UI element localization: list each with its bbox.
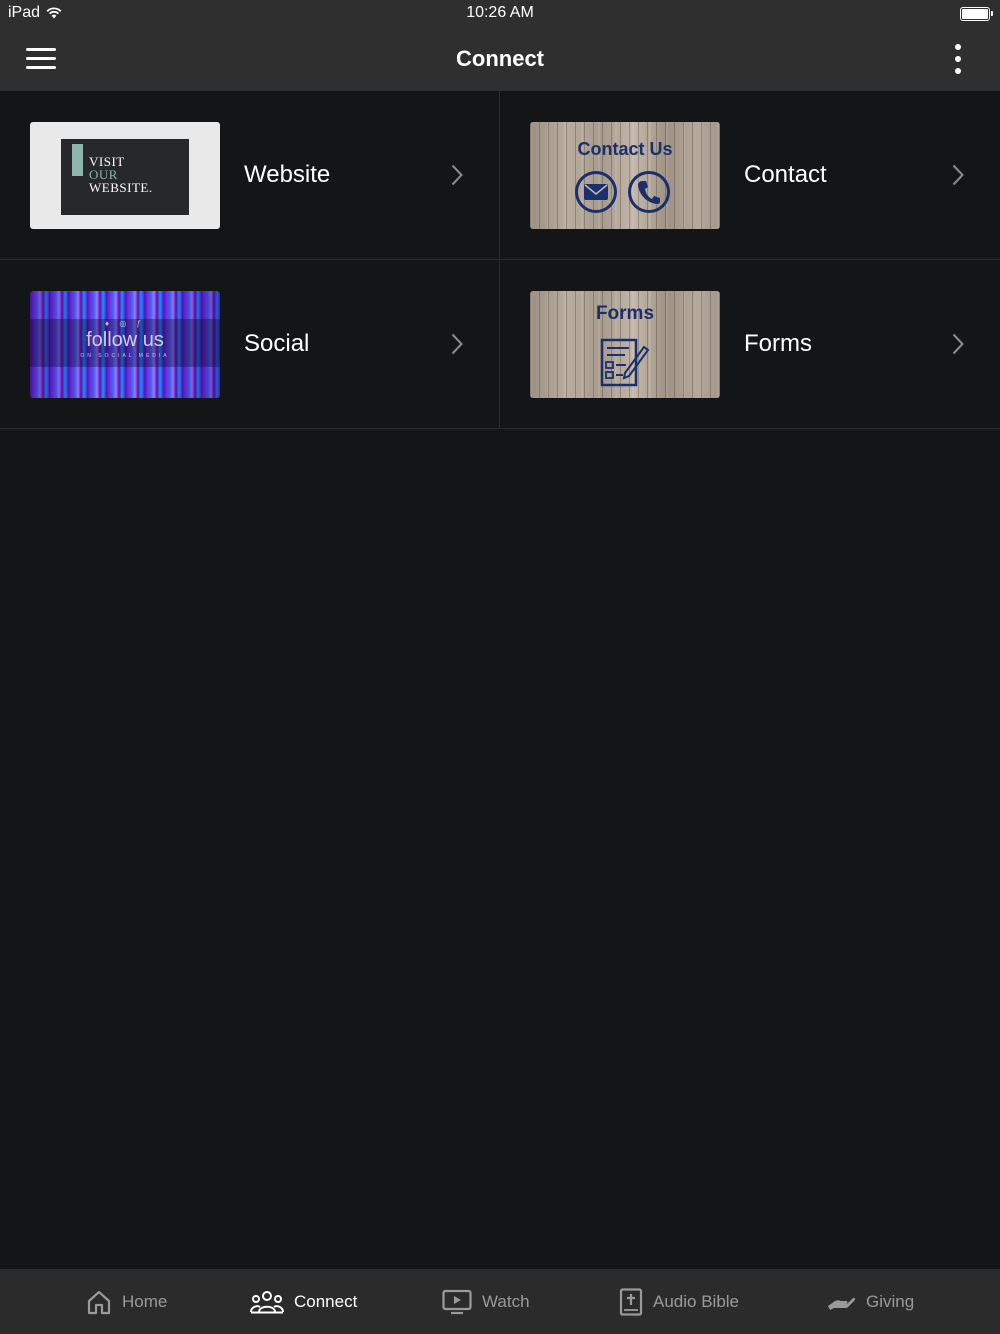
tile-website[interactable]: VISIT OUR WEBSITE. Website bbox=[0, 91, 500, 260]
tile-social[interactable]: ♦ ◎ ƒ follow us ON SOCIAL MEDIA Social bbox=[0, 260, 500, 429]
mail-icon bbox=[575, 171, 617, 213]
tile-label: Social bbox=[244, 330, 310, 357]
home-icon bbox=[87, 1290, 111, 1314]
tab-label: Giving bbox=[866, 1291, 915, 1311]
more-options-icon[interactable] bbox=[946, 44, 970, 74]
thumb-title: follow us bbox=[86, 329, 164, 351]
tile-label: Forms bbox=[744, 330, 812, 357]
website-thumbnail: VISIT OUR WEBSITE. bbox=[30, 122, 220, 229]
people-icon bbox=[250, 1290, 284, 1313]
tile-contact[interactable]: Contact Us Contact bbox=[500, 91, 1000, 260]
tab-label: Connect bbox=[294, 1291, 358, 1311]
giving-hand-icon bbox=[828, 1297, 856, 1310]
play-screen-icon bbox=[442, 1289, 472, 1314]
social-thumbnail: ♦ ◎ ƒ follow us ON SOCIAL MEDIA bbox=[30, 291, 220, 398]
nav-bar: Connect bbox=[0, 28, 1000, 91]
thumb-text-website: WEBSITE. bbox=[89, 180, 153, 195]
thumb-subtitle: ON SOCIAL MEDIA bbox=[80, 353, 170, 359]
chevron-right-icon bbox=[451, 333, 463, 355]
bible-icon bbox=[619, 1287, 643, 1316]
status-time: 10:26 AM bbox=[466, 4, 534, 21]
tab-connect[interactable]: Connect bbox=[250, 1269, 357, 1334]
social-icons: ♦ ◎ ƒ bbox=[105, 319, 145, 328]
page-title: Connect bbox=[456, 46, 544, 71]
tab-label: Home bbox=[122, 1291, 168, 1311]
tab-watch[interactable]: Watch bbox=[442, 1269, 530, 1334]
chevron-right-icon bbox=[451, 164, 463, 186]
tile-label: Contact bbox=[744, 161, 827, 188]
tab-label: Audio Bible bbox=[653, 1291, 740, 1311]
tab-home[interactable]: Home bbox=[86, 1269, 167, 1334]
thumb-heading: Forms bbox=[595, 303, 655, 324]
tab-label: Watch bbox=[482, 1291, 530, 1311]
tile-forms[interactable]: Forms Forms bbox=[500, 260, 1000, 429]
chevron-right-icon bbox=[952, 333, 964, 355]
contact-thumbnail: Contact Us bbox=[530, 122, 720, 229]
phone-icon bbox=[628, 171, 670, 213]
status-bar: iPad 10:26 AM bbox=[0, 0, 1000, 28]
tab-audio-bible[interactable]: Audio Bible bbox=[619, 1269, 739, 1334]
tile-label: Website bbox=[244, 161, 331, 188]
tab-bar: Home Connect Watch Audio Bible Giving bbox=[0, 1269, 1000, 1334]
battery-icon bbox=[960, 7, 993, 21]
chevron-right-icon bbox=[952, 164, 964, 186]
tab-giving[interactable]: Giving bbox=[826, 1269, 914, 1334]
forms-thumbnail: Forms bbox=[530, 291, 720, 398]
form-document-icon bbox=[600, 338, 650, 387]
thumb-heading: Contact Us bbox=[577, 139, 673, 159]
